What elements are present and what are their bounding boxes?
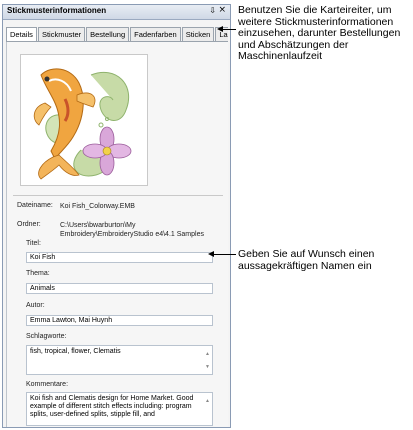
thema-label: Thema: [26,270,50,277]
thema-field[interactable]: Animals [26,283,213,294]
tab-details[interactable]: Details [6,27,37,41]
panel-title: Stickmusterinformationen [7,6,107,15]
dateiname-label: Dateiname: [17,202,53,209]
details-content: Dateiname: Koi Fish_Colorway.EMB Ordner:… [6,42,228,427]
ordner-value: C:\Users\bwarburton\My Embroidery\Embroi… [60,222,204,238]
dateiname-value: Koi Fish_Colorway.EMB [60,203,135,210]
tab-bestellung[interactable]: Bestellung [86,27,130,41]
section-divider [13,195,223,196]
close-icon[interactable]: × [218,5,226,15]
tabs-callout-arrow-icon [217,26,223,32]
tab-fadenfarben[interactable]: Fadenfarben [130,27,181,41]
scroll-down-icon[interactable]: ▼ [205,363,210,371]
kommentare-text: Koi fish and Clematis design for Home Ma… [30,395,194,418]
title-callout-arrow-icon [208,251,214,257]
schlagworte-field[interactable]: fish, tropical, flower, Clematis ▲ ▼ [26,345,213,375]
title-callout-text: Geben Sie auf Wunsch einen aussagekräfti… [238,248,375,272]
tab-sticken[interactable]: Sticken [181,27,215,41]
kommentare-label: Kommentare: [26,381,69,388]
panel-titlebar: Stickmusterinformationen ⇩ × [3,5,230,20]
titel-label: Titel: [26,240,41,247]
kommentare-field[interactable]: Koi fish and Clematis design for Home Ma… [26,392,213,426]
ordner-label: Ordner: [17,221,41,228]
pin-icon[interactable]: ⇩ [209,6,216,15]
autor-field[interactable]: Emma Lawton, Mai Huynh [26,315,213,326]
schlagworte-text: fish, tropical, flower, Clematis [30,348,121,355]
title-callout-line [212,254,236,255]
tabs-callout-text: Benutzen Sie die Karteireiter, um weiter… [238,4,401,62]
tab-stickmuster[interactable]: Stickmuster [37,27,86,41]
tab-strip: Details Stickmuster Bestellung Fadenfarb… [6,27,228,41]
scroll-up-icon[interactable]: ▲ [205,350,210,358]
scroll-up-icon[interactable]: ▲ [205,397,210,405]
tabs-callout-line [221,29,236,30]
schlagworte-label: Schlagworte: [26,333,67,340]
design-info-panel: Stickmusterinformationen ⇩ × Details Sti… [2,4,231,428]
koi-fish-embroidery-icon [33,68,132,180]
design-preview [20,54,148,186]
autor-label: Autor: [26,302,45,309]
titel-field[interactable]: Koi Fish [26,252,213,263]
